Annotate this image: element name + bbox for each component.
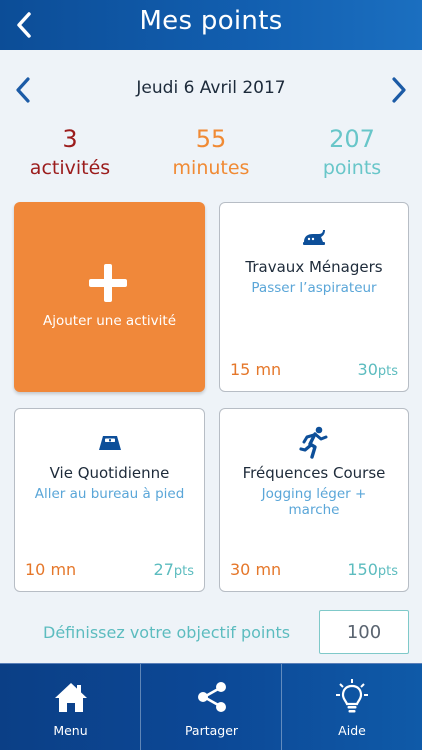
card-subtitle: Passer l’aspirateur (251, 280, 377, 296)
scale-icon (98, 436, 121, 450)
lightbulb-icon (336, 679, 368, 713)
chevron-right-icon (392, 77, 406, 103)
page-title: Mes points (139, 6, 283, 36)
header-bar: Mes points (0, 0, 422, 50)
activity-card-daily-life[interactable]: Vie Quotidienne Aller au bureau à pied 1… (14, 408, 205, 592)
menu-label: Menu (53, 723, 88, 738)
add-activity-button[interactable]: Ajouter une activité (14, 202, 205, 392)
daily-stats: 3 activités 55 minutes 207 points (0, 124, 422, 188)
card-points-value: 150 (347, 560, 378, 579)
activities-label: activités (29, 157, 111, 179)
help-label: Aide (338, 723, 366, 738)
menu-button[interactable]: Menu (0, 664, 141, 750)
card-points: 27pts (154, 560, 194, 579)
current-date: Jeudi 6 Avril 2017 (136, 78, 286, 98)
points-label: points (322, 157, 382, 179)
home-icon (54, 683, 87, 712)
activity-card-running[interactable]: Fréquences Course Jogging léger + marche… (219, 408, 409, 592)
activities-stat: 3 activités (0, 124, 140, 182)
card-minutes: 30 mn (230, 560, 282, 579)
minutes-count: 55 (195, 125, 227, 153)
card-minutes: 15 mn (230, 360, 282, 379)
add-activity-label: Ajouter une activité (42, 313, 177, 329)
next-day-button[interactable] (384, 74, 414, 106)
plus-icon (89, 264, 127, 302)
share-label: Partager (184, 723, 239, 738)
points-count: 207 (329, 125, 375, 153)
card-points-unit: pts (173, 564, 194, 579)
iron-icon (303, 230, 325, 245)
runner-icon (299, 426, 328, 459)
card-minutes: 10 mn (25, 560, 77, 579)
card-title: Vie Quotidienne (49, 464, 170, 482)
share-icon (197, 682, 226, 712)
goal-label: Définissez votre objectif points (43, 623, 291, 642)
minutes-label: minutes (172, 157, 250, 179)
bottom-navigation: Menu Partager Aide (0, 663, 422, 750)
activities-count: 3 (62, 125, 78, 153)
card-subtitle: Aller au bureau à pied (34, 486, 185, 502)
date-navigation: Jeudi 6 Avril 2017 (0, 68, 422, 110)
card-title: Fréquences Course (242, 464, 386, 482)
card-points-unit: pts (377, 364, 398, 379)
help-button[interactable]: Aide (282, 664, 422, 750)
share-button[interactable]: Partager (141, 664, 282, 750)
minutes-stat: 55 minutes (141, 124, 281, 182)
card-points-value: 27 (153, 560, 174, 579)
card-points-unit: pts (377, 564, 398, 579)
card-points-value: 30 (357, 360, 378, 379)
card-points: 30pts (358, 360, 398, 379)
goal-points-input[interactable] (319, 610, 409, 654)
card-title: Travaux Ménagers (245, 258, 383, 276)
card-points: 150pts (347, 560, 398, 579)
card-subtitle: Jogging léger + marche (261, 486, 367, 518)
points-stat: 207 points (282, 124, 422, 182)
activity-card-household[interactable]: Travaux Ménagers Passer l’aspirateur 15 … (219, 202, 409, 392)
